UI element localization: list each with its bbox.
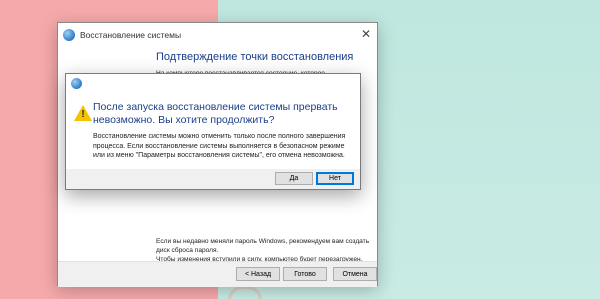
finish-button[interactable]: Готово <box>283 267 327 281</box>
window-titlebar: Восстановление системы <box>58 23 377 47</box>
system-restore-icon <box>63 29 75 41</box>
password-note: Если вы недавно меняли пароль Windows, р… <box>156 238 370 254</box>
dialog-heading: После запуска восстановление системы пре… <box>93 101 338 126</box>
confirm-dialog: ! После запуска восстановление системы п… <box>65 73 361 190</box>
dialog-body: Восстановление системы можно отменить то… <box>93 133 346 160</box>
window-button-bar: < Назад Готово Отмена <box>58 261 377 287</box>
back-button[interactable]: < Назад <box>236 267 280 281</box>
yes-button[interactable]: Да <box>275 172 313 185</box>
window-title: Восстановление системы <box>80 30 182 40</box>
system-restore-icon <box>71 77 82 89</box>
close-icon[interactable]: ✕ <box>361 27 371 41</box>
no-button[interactable]: Нет <box>316 172 354 185</box>
cancel-button[interactable]: Отмена <box>333 267 377 281</box>
page-title: Подтверждение точки восстановления <box>156 51 354 63</box>
dialog-titlebar <box>66 74 360 92</box>
warning-mark: ! <box>81 109 85 120</box>
dialog-button-bar: Да Нет <box>66 169 360 189</box>
